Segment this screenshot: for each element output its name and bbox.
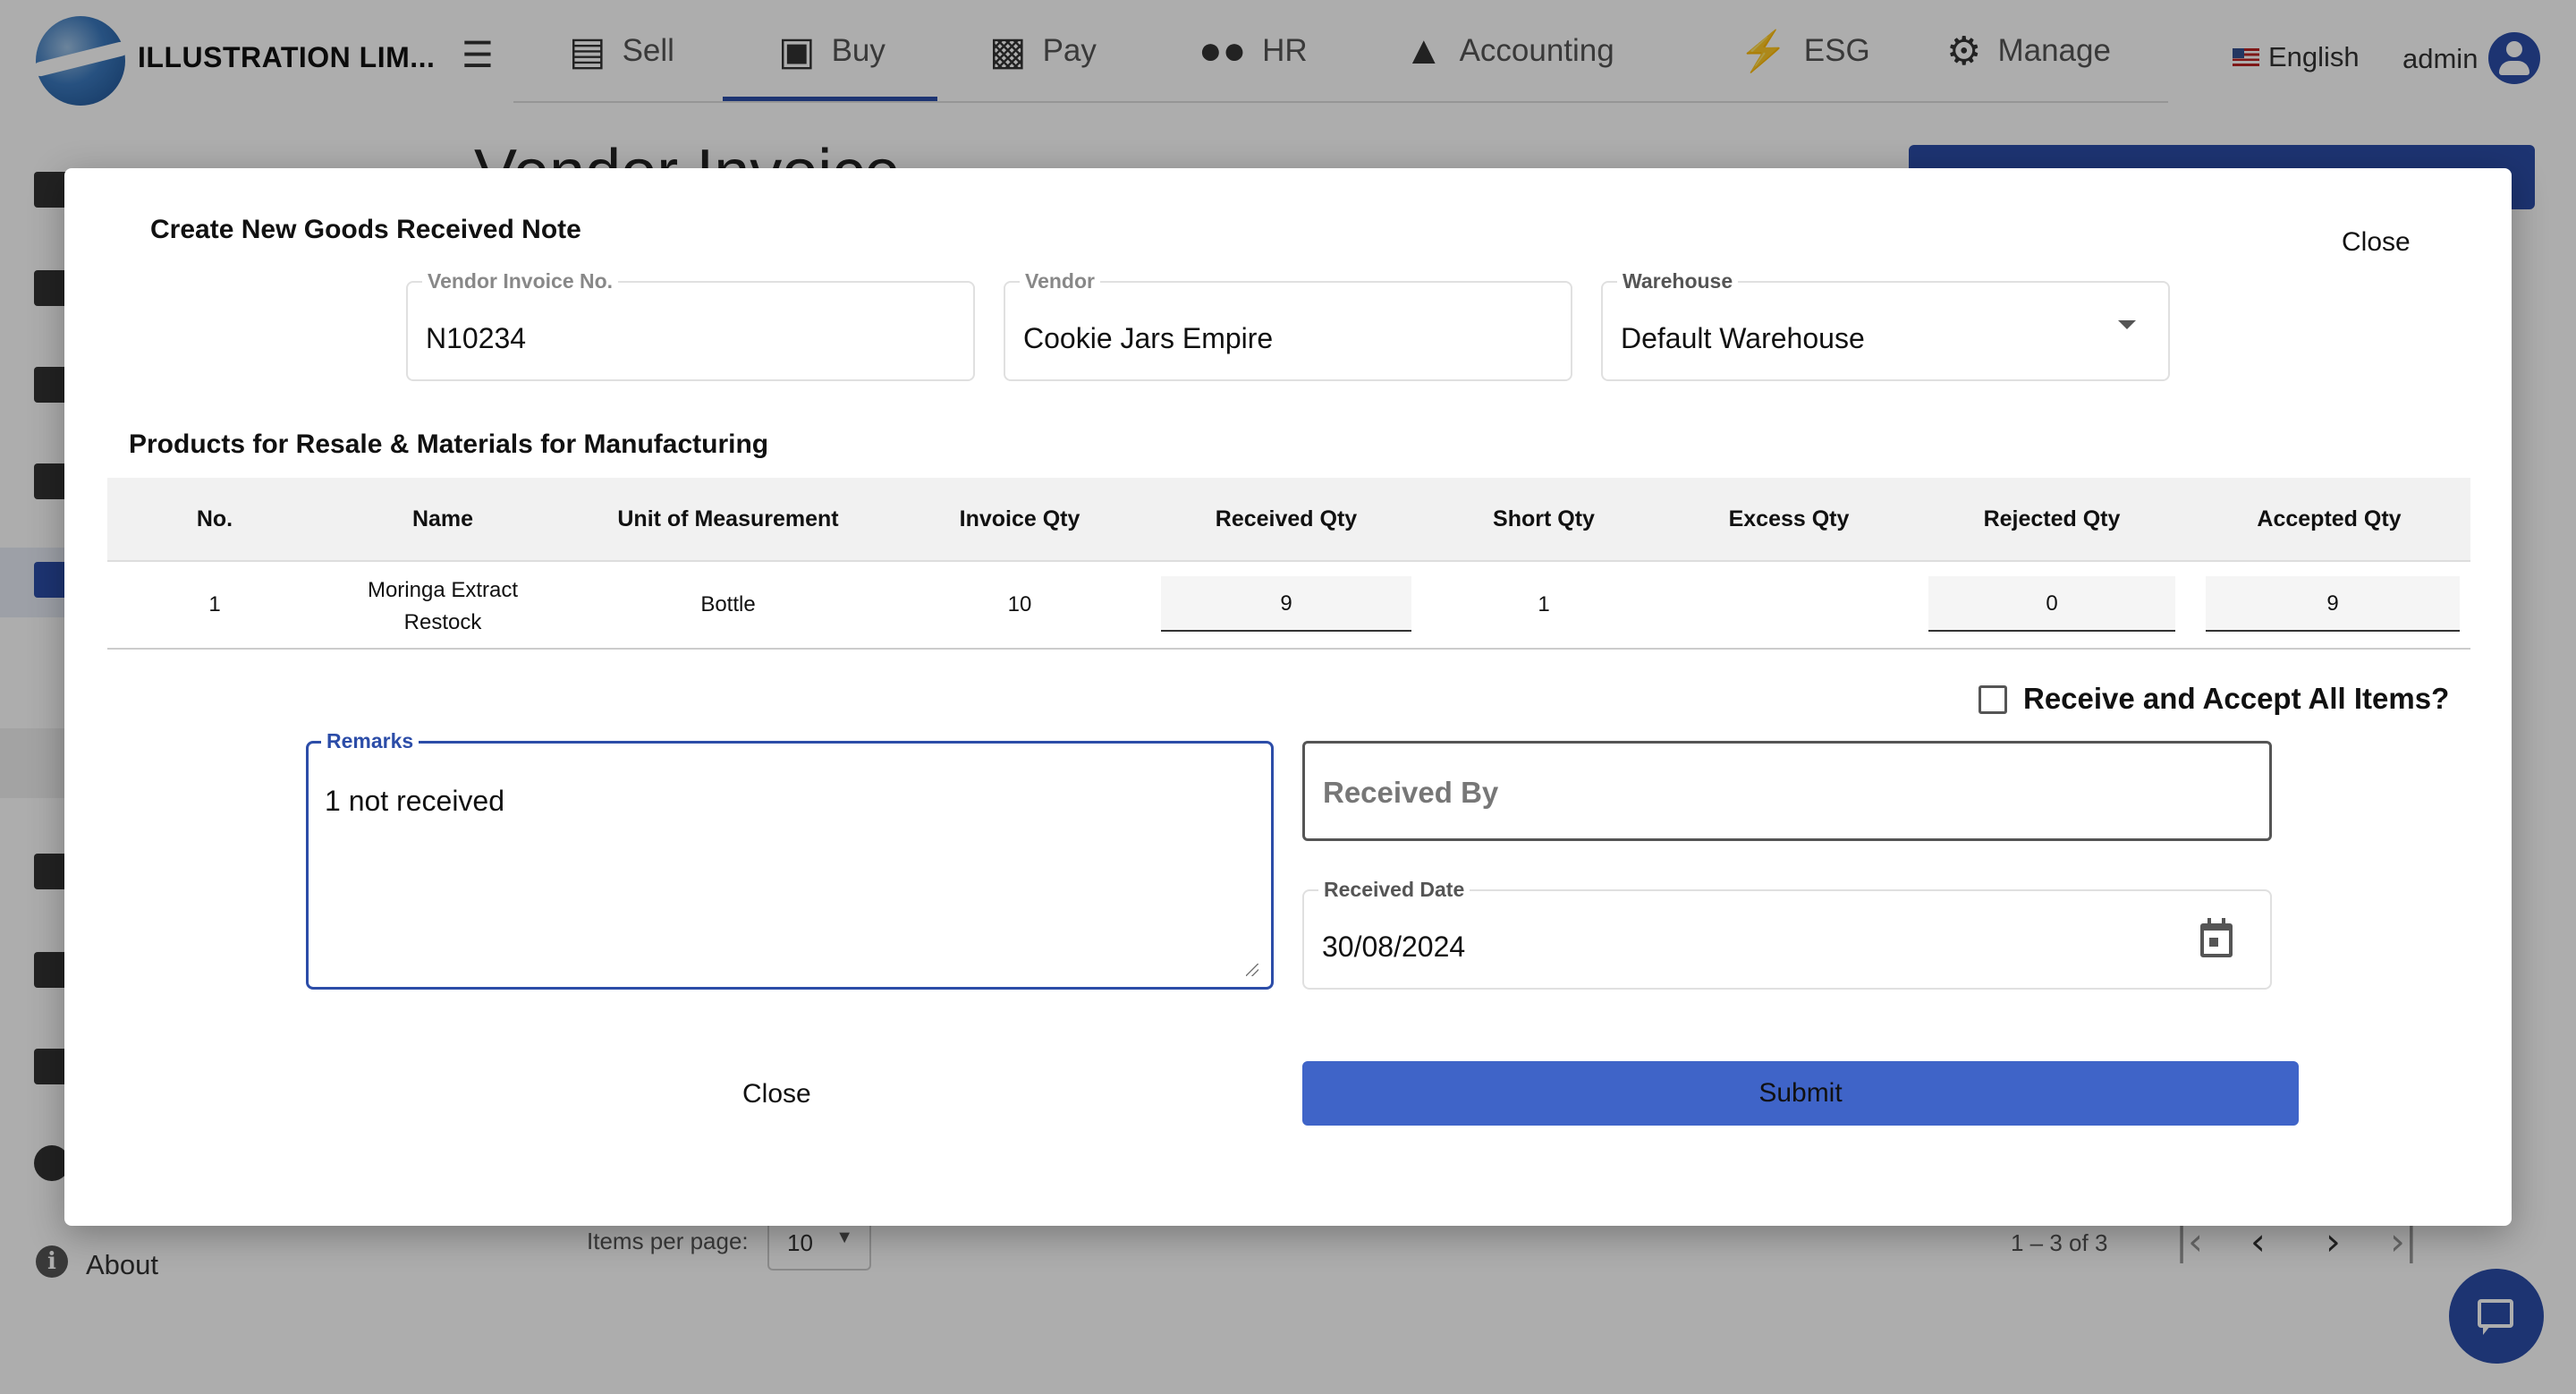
column-header: Received Qty xyxy=(1215,506,1358,531)
field-label: Received Date xyxy=(1318,878,1470,902)
column-header: Unit of Measurement xyxy=(617,506,839,531)
product-name: Moringa Extract Restock xyxy=(368,574,518,639)
received-by-field[interactable]: Received By xyxy=(1302,741,2272,841)
received-date-field[interactable]: Received Date 30/08/2024 xyxy=(1302,878,2272,990)
unit-of-measurement: Bottle xyxy=(700,592,756,616)
product-name-line: Moringa Extract xyxy=(367,578,519,602)
close-button[interactable]: Close xyxy=(742,1079,811,1109)
dropdown-arrow-icon xyxy=(2118,320,2136,329)
field-label: Remarks xyxy=(321,729,419,753)
row-number: 1 xyxy=(208,592,221,616)
column-header: Accepted Qty xyxy=(2257,506,2402,531)
column-header: Short Qty xyxy=(1493,506,1595,531)
field-value: N10234 xyxy=(426,322,527,354)
calendar-icon[interactable] xyxy=(2200,918,2233,957)
close-button-top[interactable]: Close xyxy=(2342,227,2411,258)
column-header: No. xyxy=(196,506,233,531)
create-grn-dialog: Create New Goods Received Note Close Ven… xyxy=(64,168,2512,1226)
table-header: No. Name Unit of Measurement Invoice Qty… xyxy=(107,478,2470,562)
field-value: Default Warehouse xyxy=(1621,322,1865,354)
column-header: Name xyxy=(411,506,474,531)
table-row: 1 Moringa Extract Restock Bottle 10 9 1 … xyxy=(107,562,2470,650)
product-name-line: Restock xyxy=(403,610,482,634)
invoice-qty: 10 xyxy=(1007,592,1032,616)
remarks-value: 1 not received xyxy=(325,785,505,817)
received-date-value: 30/08/2024 xyxy=(1322,931,1466,963)
field-label: Vendor Invoice No. xyxy=(422,269,619,293)
field-label: Vendor xyxy=(1020,269,1100,293)
products-section-title: Products for Resale & Materials for Manu… xyxy=(129,429,769,459)
receive-all-label[interactable]: Receive and Accept All Items? xyxy=(2023,682,2449,716)
received-qty-input[interactable]: 9 xyxy=(1161,576,1411,632)
submit-button[interactable]: Submit xyxy=(1302,1061,2299,1126)
short-qty: 1 xyxy=(1538,592,1550,616)
vendor-field[interactable]: Vendor Cookie Jars Empire xyxy=(1004,269,1572,381)
column-header: Invoice Qty xyxy=(959,506,1080,531)
remarks-textarea[interactable]: Remarks 1 not received xyxy=(306,729,1274,990)
column-header: Rejected Qty xyxy=(1983,506,2121,531)
field-label: Warehouse xyxy=(1617,269,1739,293)
dialog-title: Create New Goods Received Note xyxy=(150,215,581,244)
resize-handle-icon[interactable] xyxy=(1246,964,1258,976)
received-by-placeholder: Received By xyxy=(1323,776,1499,809)
receive-all-checkbox[interactable] xyxy=(1979,685,2007,714)
field-value: Cookie Jars Empire xyxy=(1023,322,1274,354)
accepted-qty-input[interactable]: 9 xyxy=(2206,576,2460,632)
column-header: Excess Qty xyxy=(1728,506,1850,531)
warehouse-select[interactable]: Warehouse Default Warehouse xyxy=(1601,269,2170,381)
vendor-invoice-no-field[interactable]: Vendor Invoice No. N10234 xyxy=(406,269,975,381)
rejected-qty-input[interactable]: 0 xyxy=(1928,576,2175,632)
